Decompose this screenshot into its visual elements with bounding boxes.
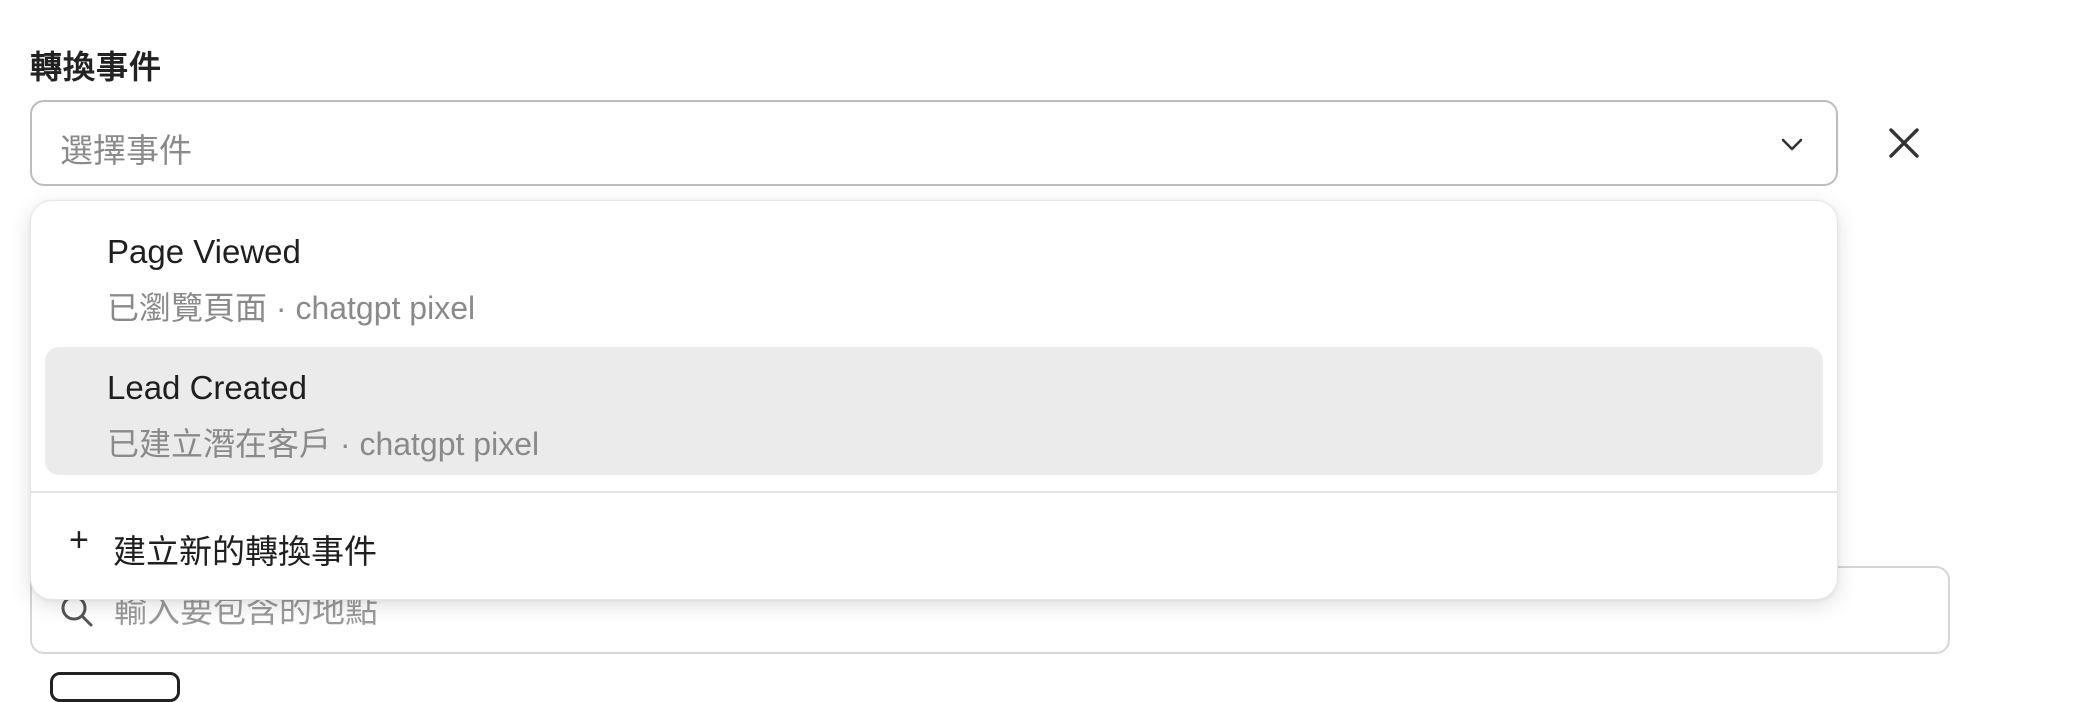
event-select[interactable]: 選擇事件 xyxy=(30,100,1838,186)
event-dropdown-menu: Page Viewed 已瀏覽頁面 · chatgpt pixel Lead C… xyxy=(30,200,1838,600)
option-title: Page Viewed xyxy=(107,233,301,270)
plus-icon: + xyxy=(69,521,89,559)
option-subtitle: 已建立潛在客戶 · chatgpt pixel xyxy=(107,426,540,462)
close-icon[interactable] xyxy=(1885,124,1923,162)
option-subtitle: 已瀏覽頁面 · chatgpt pixel xyxy=(107,290,476,326)
event-select-placeholder: 選擇事件 xyxy=(60,132,192,169)
bottom-button-edge[interactable] xyxy=(50,672,180,702)
chevron-down-icon xyxy=(1781,138,1803,151)
dropdown-option-lead-created[interactable]: Lead Created 已建立潛在客戶 · chatgpt pixel xyxy=(45,347,1823,475)
create-new-conversion-event-button[interactable]: + 建立新的轉換事件 xyxy=(31,493,1837,599)
dropdown-option-page-viewed[interactable]: Page Viewed 已瀏覽頁面 · chatgpt pixel xyxy=(45,211,1823,339)
option-title: Lead Created xyxy=(107,369,307,406)
create-new-conversion-event-label: 建立新的轉換事件 xyxy=(113,533,377,570)
conversion-event-label: 轉換事件 xyxy=(30,49,163,85)
